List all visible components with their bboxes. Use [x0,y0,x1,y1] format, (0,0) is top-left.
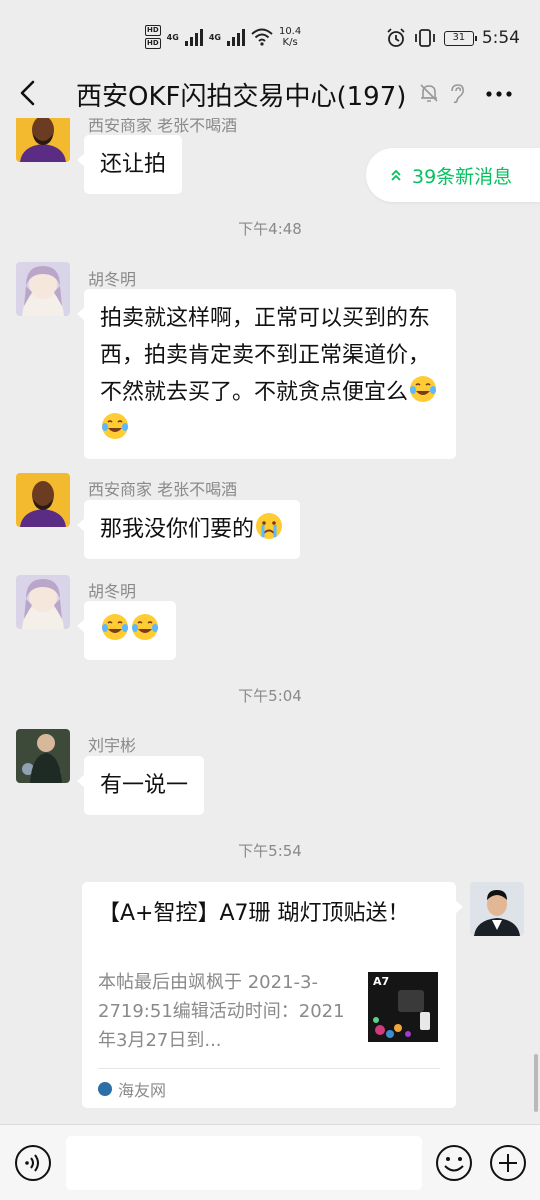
double-chevron-up-icon [391,169,401,181]
network-type-2: 4G [208,32,221,42]
network-type-1: 4G [166,32,179,42]
sender-name: 胡冬明 [88,582,137,601]
network-speed: 10.4 K/s [279,26,301,48]
message-list[interactable]: 西安商家 老张不喝酒 还让拍 39条新消息 下午4:48 胡冬明 拍卖就这样啊，… [0,118,540,1123]
vibrate-icon [414,29,435,47]
link-card-thumbnail: A7 [368,972,438,1042]
signal-icon-2 [226,28,245,46]
link-card-description: 本帖最后由飒枫于 2021-3-2719:51编辑活动时间：2021年3月27日… [98,972,345,1051]
message-bubble[interactable] [77,601,176,660]
message-bubble[interactable]: 拍卖就这样啊，正常可以买到的东西，拍卖肯定卖不到正常渠道价，不然就去买了。不就贪… [77,289,456,459]
scrollbar[interactable] [534,1054,538,1112]
laugh-cry-emoji-icon [408,374,438,404]
sender-name: 刘宇彬 [88,736,137,755]
sender-name: 胡冬明 [88,270,137,289]
chevron-left-icon[interactable] [14,78,44,108]
link-card[interactable]: 【A+智控】A7珊 瑚灯顶贴送！ 本帖最后由飒枫于 2021-3-2719:51… [82,882,463,1108]
new-messages-button[interactable]: 39条新消息 [366,148,540,202]
system-status: 31 5:54 [386,28,520,48]
timestamp: 下午4:48 [238,220,302,238]
input-bar [0,1124,540,1200]
timestamp: 下午5:04 [238,687,302,705]
wifi-icon [251,28,273,46]
bell-off-icon [420,84,438,102]
message-text: 拍卖就这样啊，正常可以买到的东西，拍卖肯定卖不到正常渠道价，不然就去买了。不就贪… [100,306,431,405]
speed-unit: K/s [282,37,298,48]
crying-emoji-icon [254,511,284,541]
alarm-icon [387,28,405,47]
message-bubble[interactable]: 那我没你们要的 [76,500,301,559]
avatar[interactable] [16,473,70,527]
my-avatar[interactable] [470,882,524,936]
chat-title: 西安OKF闪拍交易中心(197) [76,82,407,112]
link-card-source: 海友网 [98,1068,440,1101]
thumbnail-label: A7 [373,975,390,988]
sender-name: 西安商家 老张不喝酒 [88,118,238,135]
hd-label-1: HD [145,25,161,36]
emoji-icon[interactable] [434,1143,474,1183]
avatar[interactable] [16,118,70,162]
message-bubble[interactable]: 有一说一 [76,756,205,815]
speed-value: 10.4 [278,26,302,37]
timestamp: 下午5:54 [238,842,302,860]
more-icon[interactable] [484,82,514,106]
laugh-cry-emoji-icon [130,612,160,642]
avatar[interactable] [16,575,70,629]
message-text: 那我没你们要的 [100,517,255,542]
chat-header: 西安OKF闪拍交易中心(197) [0,62,540,126]
new-messages-label: 39条新消息 [412,165,513,188]
avatar[interactable] [16,262,70,316]
message-bubble[interactable]: 还让拍 [76,135,183,194]
hd-label-2: HD [145,38,161,49]
clock: 5:54 [481,28,520,48]
battery-icon: 31 [443,30,477,46]
plus-icon[interactable] [488,1143,528,1183]
chat-status-icons [418,82,468,104]
network-status: HD HD 4G 4G 10.4 K/s [145,24,301,50]
voice-icon[interactable] [14,1144,52,1182]
signal-icon [184,28,203,46]
hd-indicator: HD HD [145,24,161,50]
laugh-cry-emoji-icon [100,612,130,642]
avatar[interactable] [16,729,70,783]
message-input[interactable] [66,1136,422,1190]
laugh-cry-emoji-icon [100,411,130,441]
source-logo-icon [98,1082,112,1096]
sender-name: 西安商家 老张不喝酒 [88,480,238,499]
ear-icon [451,84,464,104]
source-name: 海友网 [118,1081,167,1100]
link-card-title: 【A+智控】A7珊 瑚灯顶贴送！ [98,901,410,926]
